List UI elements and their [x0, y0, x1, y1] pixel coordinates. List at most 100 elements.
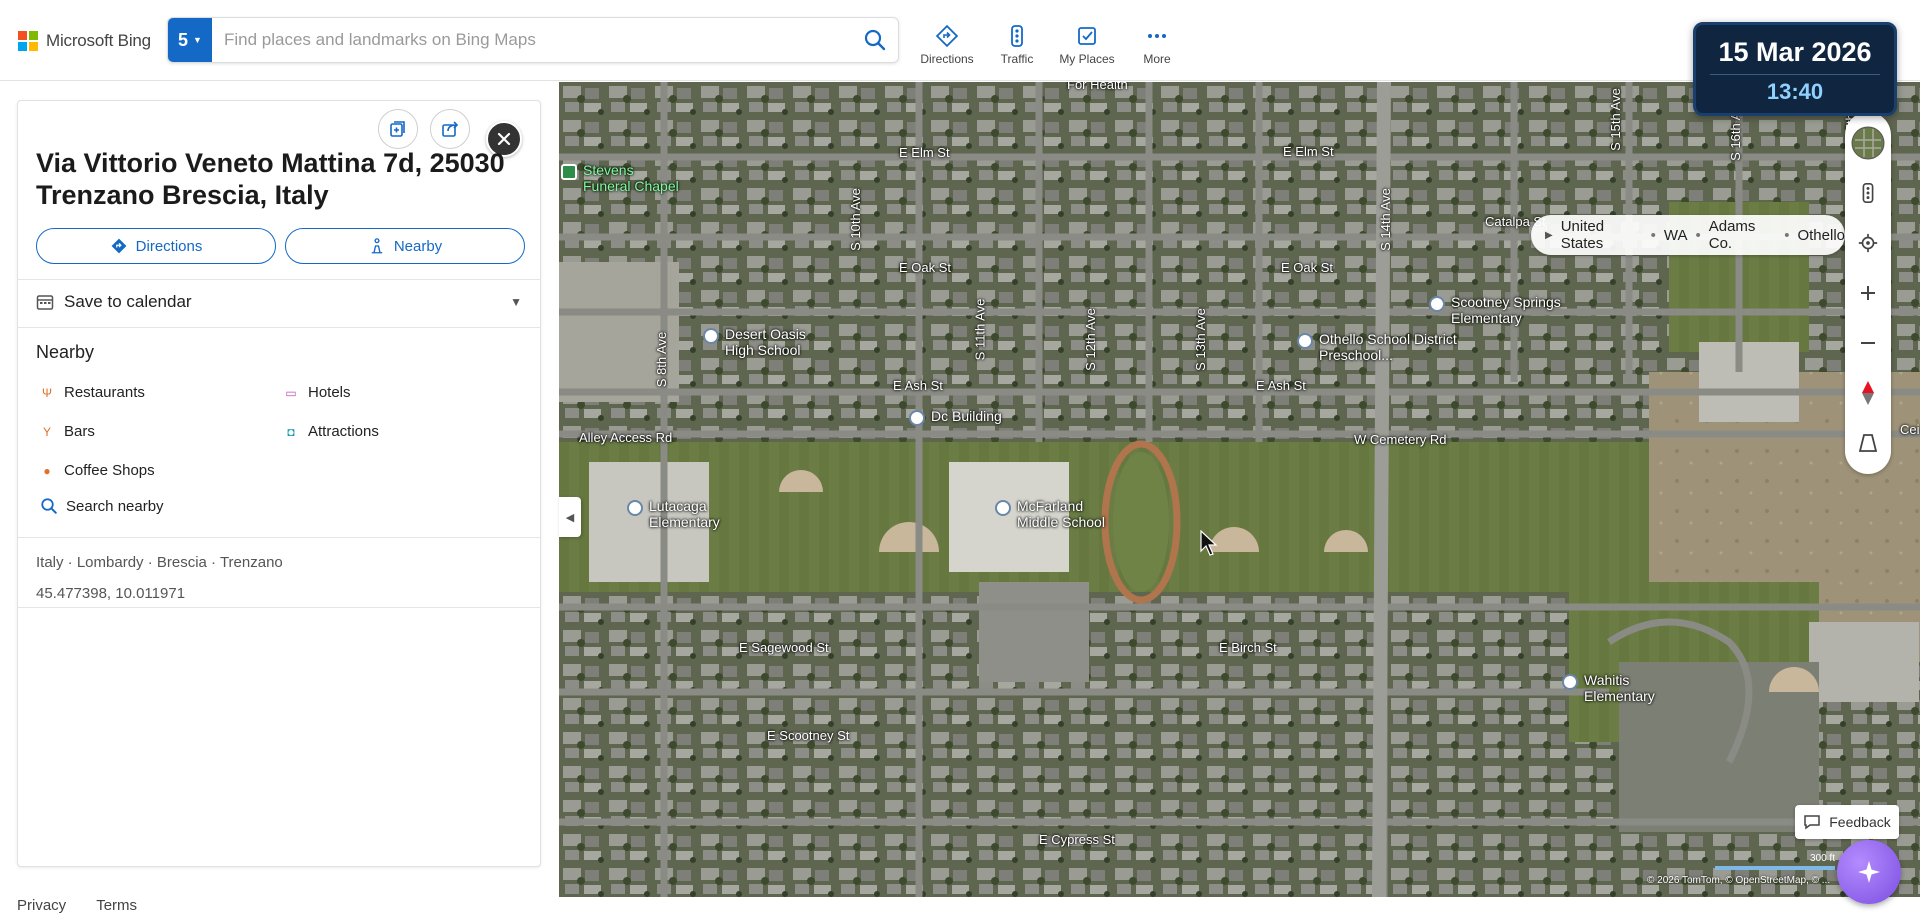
street-label: E Scootney St	[767, 728, 850, 743]
divider	[18, 279, 540, 280]
traffic-icon	[1011, 25, 1023, 47]
poi-lutacaga[interactable]: Lutacaga Elementary	[627, 498, 737, 530]
street-label: E Ash St	[893, 378, 943, 393]
poi-scootney-springs[interactable]: Scootney Springs Elementary	[1429, 294, 1589, 326]
address-details: Italy · Lombardy · Brescia · Trenzano 45…	[36, 547, 283, 609]
street-label: S 15th Ave	[1607, 88, 1623, 151]
street-label: E Oak St	[1281, 260, 1334, 275]
tabs-count-button[interactable]: 5 ▼	[168, 18, 212, 62]
map-breadcrumb: ▶ United States • WA • Adams Co. • Othel…	[1531, 215, 1845, 255]
poi-mcfarland[interactable]: McFarland Middle School	[995, 498, 1125, 530]
plus-icon	[1861, 286, 1875, 300]
street-label: W Cemetery Rd	[1354, 432, 1447, 447]
privacy-link[interactable]: Privacy	[17, 897, 66, 914]
nearby-restaurants-label: Restaurants	[64, 384, 145, 401]
scale-label: 300 ft	[1809, 853, 1835, 864]
poi-desert-oasis[interactable]: Desert Oasis High School	[703, 326, 833, 358]
locate-icon	[1858, 233, 1878, 253]
divider	[18, 327, 540, 328]
street-label: E Oak St	[899, 260, 952, 275]
tilt-button[interactable]	[1845, 418, 1891, 468]
street-label: S 11th Ave	[972, 298, 988, 361]
nav-more-label: More	[1143, 52, 1171, 66]
coordinates-text[interactable]: 45.477398, 10.011971	[36, 578, 283, 609]
nav-directions[interactable]: Directions	[912, 24, 982, 66]
directions-icon	[935, 24, 959, 48]
nav-more[interactable]: More	[1122, 24, 1192, 66]
nav-my-places-label: My Places	[1059, 52, 1115, 66]
school-icon	[627, 500, 643, 516]
map-style-button[interactable]	[1845, 118, 1891, 168]
tilt-icon	[1858, 434, 1878, 452]
location-card: Via Vittorio Veneto Mattina 7d, 25030 Tr…	[17, 100, 541, 867]
street-label: E Ash St	[1256, 378, 1306, 393]
nearby-heading: Nearby	[36, 342, 95, 362]
poi-wahitis[interactable]: Wahitis Elementary	[1562, 672, 1672, 704]
share-button[interactable]	[430, 109, 470, 149]
datetime-overlay: 15 Mar 2026 13:40	[1693, 22, 1897, 116]
nav-traffic[interactable]: Traffic	[982, 24, 1052, 66]
map-canvas[interactable]: For Health E Elm St E Elm St E Oak St E …	[559, 82, 1920, 897]
zoom-in-button[interactable]	[1845, 268, 1891, 318]
compass-button[interactable]	[1845, 368, 1891, 418]
school-icon	[1562, 674, 1578, 690]
feedback-button[interactable]: Feedback	[1795, 805, 1899, 839]
collapse-panel-button[interactable]: ◀	[559, 497, 581, 537]
directions-icon	[111, 238, 127, 254]
breadcrumb-state[interactable]: WA	[1664, 227, 1688, 244]
footer: Privacy Terms	[17, 897, 137, 914]
breadcrumb-separator: •	[1650, 226, 1656, 244]
search-nearby-link[interactable]: Search nearby	[40, 497, 164, 515]
breadcrumb-country[interactable]: United States	[1561, 218, 1643, 252]
locate-me-button[interactable]	[1845, 218, 1891, 268]
directions-button[interactable]: Directions	[36, 228, 276, 264]
nearby-coffee-shops[interactable]: ● Coffee Shops	[40, 460, 284, 481]
street-label: S 8th Ave	[654, 331, 670, 388]
school-icon	[1297, 333, 1313, 349]
divider	[18, 537, 540, 538]
region-breadcrumb: Italy · Lombardy · Brescia · Trenzano	[36, 554, 283, 571]
expand-arrow-icon[interactable]: ▶	[1545, 230, 1553, 241]
search-icon	[864, 29, 886, 51]
tabs-count: 5	[178, 29, 189, 50]
street-label: E Cypress St	[1039, 832, 1115, 847]
chevron-down-icon: ▼	[510, 295, 522, 309]
nav-my-places[interactable]: My Places	[1052, 24, 1122, 66]
feedback-icon	[1804, 815, 1820, 830]
more-icon	[1148, 34, 1166, 38]
feedback-label: Feedback	[1829, 814, 1891, 830]
coffee-icon: ●	[43, 463, 51, 478]
traffic-toggle-button[interactable]	[1845, 168, 1891, 218]
search-input[interactable]	[212, 30, 852, 50]
poi-funeral-chapel[interactable]: Stevens Funeral Chapel	[561, 162, 681, 194]
breadcrumb-city[interactable]: Othello	[1797, 227, 1845, 244]
terms-link[interactable]: Terms	[96, 897, 137, 914]
breadcrumb-separator: •	[1784, 226, 1790, 244]
camera-icon: ◘	[287, 424, 295, 439]
nearby-restaurants[interactable]: Ψ Restaurants	[40, 382, 284, 403]
nearby-bars[interactable]: Y Bars	[40, 421, 284, 442]
poi-pin-icon	[561, 164, 577, 180]
save-place-button[interactable]	[378, 109, 418, 149]
poi-dc-building[interactable]: Dc Building	[909, 408, 1002, 426]
copilot-button[interactable]	[1837, 840, 1901, 904]
datetime-divider	[1710, 74, 1880, 75]
poi-othello-preschool[interactable]: Othello School District Preschool...	[1297, 331, 1467, 363]
place-title: Via Vittorio Veneto Mattina 7d, 25030 Tr…	[36, 148, 505, 210]
bing-logo[interactable]: Microsoft Bing	[18, 31, 151, 51]
sparkle-icon	[1858, 861, 1880, 883]
save-to-calendar-row[interactable]: Save to calendar ▼	[36, 289, 522, 315]
scale-bar	[1715, 866, 1835, 870]
street-label: S 13th Ave	[1192, 308, 1208, 371]
nearby-button[interactable]: Nearby	[285, 228, 525, 264]
nearby-attractions[interactable]: ◘ Attractions	[284, 421, 520, 442]
zoom-out-button[interactable]	[1845, 318, 1891, 368]
card-action-row: Directions Nearby	[36, 228, 525, 264]
microsoft-logo-icon	[18, 31, 38, 51]
street-label: E Elm St	[1283, 144, 1334, 159]
search-button[interactable]	[852, 18, 898, 62]
nearby-hotels[interactable]: ▭ Hotels	[284, 382, 520, 403]
nearby-categories: Ψ Restaurants ▭ Hotels Y Bars ◘ Attracti…	[40, 382, 520, 481]
nav-traffic-label: Traffic	[1000, 52, 1034, 66]
breadcrumb-county[interactable]: Adams Co.	[1709, 218, 1776, 252]
